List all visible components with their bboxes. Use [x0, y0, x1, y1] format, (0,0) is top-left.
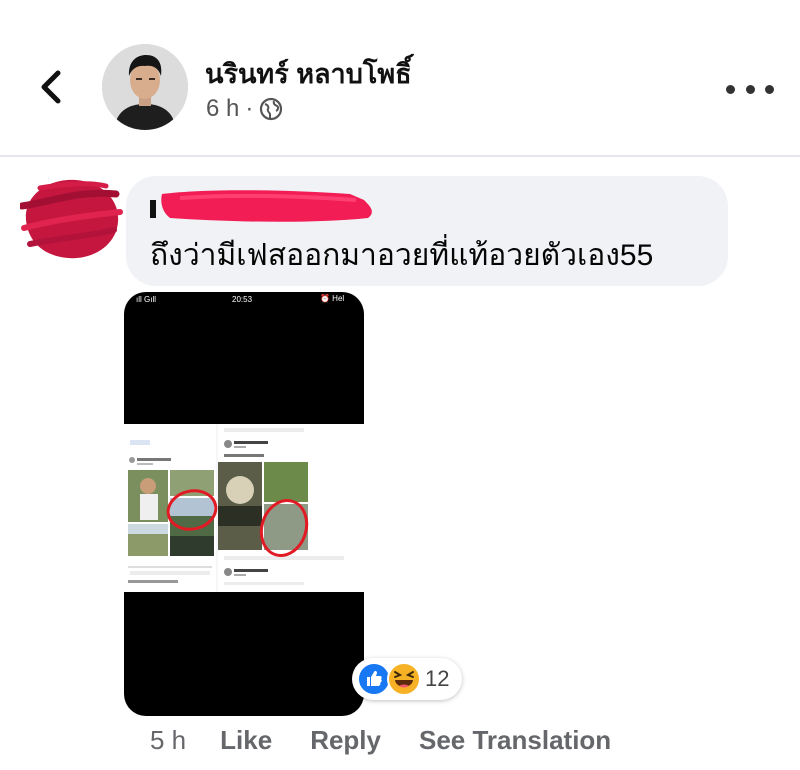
comment-bubble[interactable]: ถึงว่ามีเฟสออกมาอวยที่แท้อวยตัวเอง55: [126, 176, 728, 286]
screenshot-status-bar: ıll Gıll 20:53 ⏰ Hel: [124, 292, 364, 308]
status-right: ⏰ Hel: [320, 294, 345, 303]
chevron-left-icon: [41, 70, 61, 104]
post-time[interactable]: 6 h: [206, 95, 239, 123]
like-icon: [357, 662, 391, 696]
signal-indicator: ıll Gıll: [136, 295, 156, 304]
screenshot-inner-facebook-posts: [124, 424, 364, 592]
more-options-button[interactable]: [726, 74, 774, 104]
post-meta: 6 h ·: [206, 95, 283, 123]
commenter-avatar-redacted[interactable]: [18, 172, 124, 264]
globe-icon: [260, 97, 283, 121]
like-button[interactable]: Like: [220, 725, 272, 756]
redacted-commenter-name: [150, 190, 372, 222]
comment-time[interactable]: 5 h: [150, 725, 186, 756]
comment-image-attachment[interactable]: ıll Gıll 20:53 ⏰ Hel: [124, 292, 364, 716]
more-dot: [765, 84, 774, 94]
see-translation-button[interactable]: See Translation: [419, 725, 611, 756]
more-dot: [745, 84, 755, 94]
comment-text: ถึงว่ามีเฟสออกมาอวยที่แท้อวยตัวเอง55: [150, 239, 654, 272]
back-button[interactable]: [30, 62, 70, 112]
reply-button[interactable]: Reply: [310, 725, 381, 756]
post-header: นรินทร์ หลาบโพธิ์ 6 h ·: [0, 0, 800, 156]
haha-icon: [387, 662, 421, 696]
status-clock: 20:53: [232, 295, 253, 304]
more-dot: [726, 84, 735, 94]
meta-separator: ·: [245, 95, 254, 122]
author-avatar[interactable]: [102, 44, 188, 130]
header-divider: [0, 155, 800, 157]
reaction-count: 12: [425, 666, 450, 691]
comment-actions: 5 h Like Reply See Translation: [150, 722, 649, 758]
author-name[interactable]: นรินทร์ หลาบโพธิ์: [205, 52, 412, 95]
reaction-summary[interactable]: 12: [352, 658, 462, 700]
